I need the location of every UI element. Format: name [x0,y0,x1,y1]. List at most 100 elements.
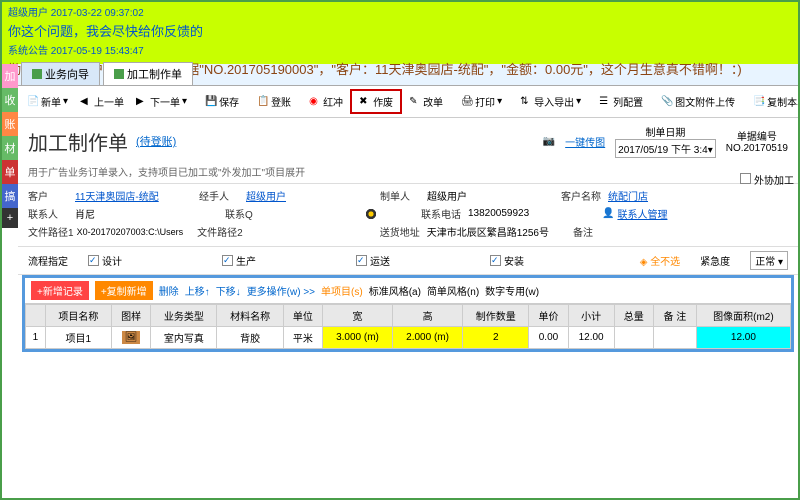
store-value[interactable]: 统配门店 [608,188,698,203]
handler-label: 经手人 [199,188,243,203]
register-button[interactable]: 📋登账 [252,91,296,112]
side-tab-2[interactable]: 账 [2,112,18,136]
tab-guide[interactable]: 业务向导 [21,62,100,85]
tab-order[interactable]: 加工制作单 [103,62,193,85]
status-link[interactable]: (待登账) [136,133,176,149]
col-area[interactable]: 图像面积(m2) [696,305,790,327]
num-button[interactable]: 数字专用(w) [485,283,539,298]
cell-sub[interactable]: 12.00 [568,327,614,349]
subtitle: 用于广告业务订单录入，支持项目已加工或"外发加工"项目展开 [18,164,798,183]
up-button[interactable]: 上移↑ [185,283,210,298]
install-checkbox[interactable] [490,255,501,266]
toolbar: 📄新单▾ ◀上一单 ▶下一单▾ 💾保存 📋登账 ◉红冲 ✖作废 ✎改单 🖨打印▾… [18,86,798,118]
more-button[interactable]: 更多操作(w) >> [247,283,315,298]
transport-checkbox[interactable] [356,255,367,266]
design-label: 设计 [102,253,122,268]
side-tab-4[interactable]: 单 [2,160,18,184]
next-button[interactable]: ▶下一单▾ [131,91,192,112]
install-label: 安装 [504,253,524,268]
void-button[interactable]: ✖作废 [354,91,398,112]
cell-height[interactable]: 2.000 (m) [393,327,463,349]
del-button[interactable]: 删除 [159,283,179,298]
col-w[interactable]: 宽 [322,305,392,327]
cell-note[interactable] [653,327,696,349]
prev-button[interactable]: ◀上一单 [75,91,129,112]
phone-value: 13820059923 [468,208,558,219]
page-title: 加工制作单 [28,127,128,156]
upload-icon: 📎 [661,96,673,108]
copy-add-button[interactable]: +复制新增 [95,281,153,300]
register-icon: 📋 [257,96,269,108]
col-unit[interactable]: 单位 [283,305,322,327]
col-biz[interactable]: 业务类型 [151,305,217,327]
camera-icon[interactable]: 📷 [543,136,555,147]
contact-mgr-icon[interactable]: 👤 [602,208,614,219]
down-button[interactable]: 下移↓ [216,283,241,298]
cell-idx[interactable]: 1 [26,327,46,349]
side-tab-3[interactable]: 材 [2,136,18,160]
cell-total[interactable] [614,327,653,349]
form-area: 客户11天津奥园店-统配 经手人超级用户 制单人超级用户 客户名称统配门店 联系… [18,183,798,246]
all-no-button[interactable]: ◈ 全不选 [640,253,680,268]
produce-checkbox[interactable] [222,255,233,266]
new-button[interactable]: 📄新单▾ [22,91,73,112]
produce-label: 生产 [236,253,256,268]
cell-mat[interactable]: 背胶 [217,327,283,349]
col-mat[interactable]: 材料名称 [217,305,283,327]
qq-icon[interactable] [365,208,377,220]
cell-width[interactable]: 3.000 (m) [322,327,392,349]
import-button[interactable]: ⇅导入导出▾ [515,91,586,112]
path-value: X0-20170207003:C:\Users [77,227,184,237]
cell-area[interactable]: 12.00 [696,327,790,349]
print-button[interactable]: 🖨打印▾ [456,91,507,112]
side-tab-0[interactable]: 加 [2,64,18,88]
side-tab-6[interactable]: + [2,208,18,228]
banner-user-time: 超级用户 2017-03-22 09:37:02 [8,4,792,19]
col-h[interactable]: 高 [393,305,463,327]
std2-button[interactable]: 标准风格(a) [369,283,421,298]
cell-price[interactable]: 0.00 [529,327,568,349]
cell-img[interactable]: 🖼 [111,327,150,349]
new-icon: 📄 [27,96,39,108]
col-note[interactable]: 备 注 [653,305,696,327]
one-key-upload[interactable]: 一键传图 [565,134,605,149]
add-record-button[interactable]: +新增记录 [31,281,89,300]
col-img[interactable]: 图样 [111,305,150,327]
path-label: 文件路径1 [28,224,74,239]
side-tab-5[interactable]: 搞 [2,184,18,208]
col-idx[interactable] [26,305,46,327]
handler-value[interactable]: 超级用户 [246,188,336,203]
col-total[interactable]: 总量 [614,305,653,327]
banner-msg: 你这个问题，我会尽快给你反馈的 [8,21,792,40]
series-button[interactable]: ☰列配置 [594,91,648,112]
import-icon: ⇅ [520,96,532,108]
customer-value[interactable]: 11天津奥园店-统配 [75,188,165,203]
col-sub[interactable]: 小计 [568,305,614,327]
highlight-box: ✖作废 [350,89,402,114]
design-checkbox[interactable] [88,255,99,266]
cell-unit[interactable]: 平米 [283,327,322,349]
std-button[interactable]: 单项目(s) [321,283,363,298]
red-button[interactable]: ◉红冲 [304,91,348,112]
outsource-checkbox[interactable] [740,173,751,184]
side-tab-1[interactable]: 收 [2,88,18,112]
date-label: 制单日期 [615,124,716,139]
contact-mgr[interactable]: 联系人管理 [617,206,707,221]
col-qty[interactable]: 制作数量 [463,305,529,327]
cell-qty[interactable]: 2 [463,327,529,349]
side-tabs: 加 收 账 材 单 搞 + [2,64,18,228]
modify-button[interactable]: ✎改单 [404,91,448,112]
cell-biz[interactable]: 室内写真 [151,327,217,349]
red-icon: ◉ [309,96,321,108]
table-row[interactable]: 1 项目1 🖼 室内写真 背胶 平米 3.000 (m) 2.000 (m) 2… [26,327,791,349]
path2-label: 文件路径2 [197,224,243,239]
copy-button[interactable]: 📑复制本单 [748,91,798,112]
col-price[interactable]: 单价 [529,305,568,327]
upload-button[interactable]: 📎图文附件上传 [656,91,740,112]
simple-button[interactable]: 简单风格(n) [427,283,479,298]
urgent-select[interactable]: 正常 ▾ [750,251,788,270]
cell-name[interactable]: 项目1 [45,327,111,349]
save-button[interactable]: 💾保存 [200,91,244,112]
col-name[interactable]: 项目名称 [45,305,111,327]
date-value[interactable]: 2017/05/19 下午 3:4▾ [615,139,716,158]
